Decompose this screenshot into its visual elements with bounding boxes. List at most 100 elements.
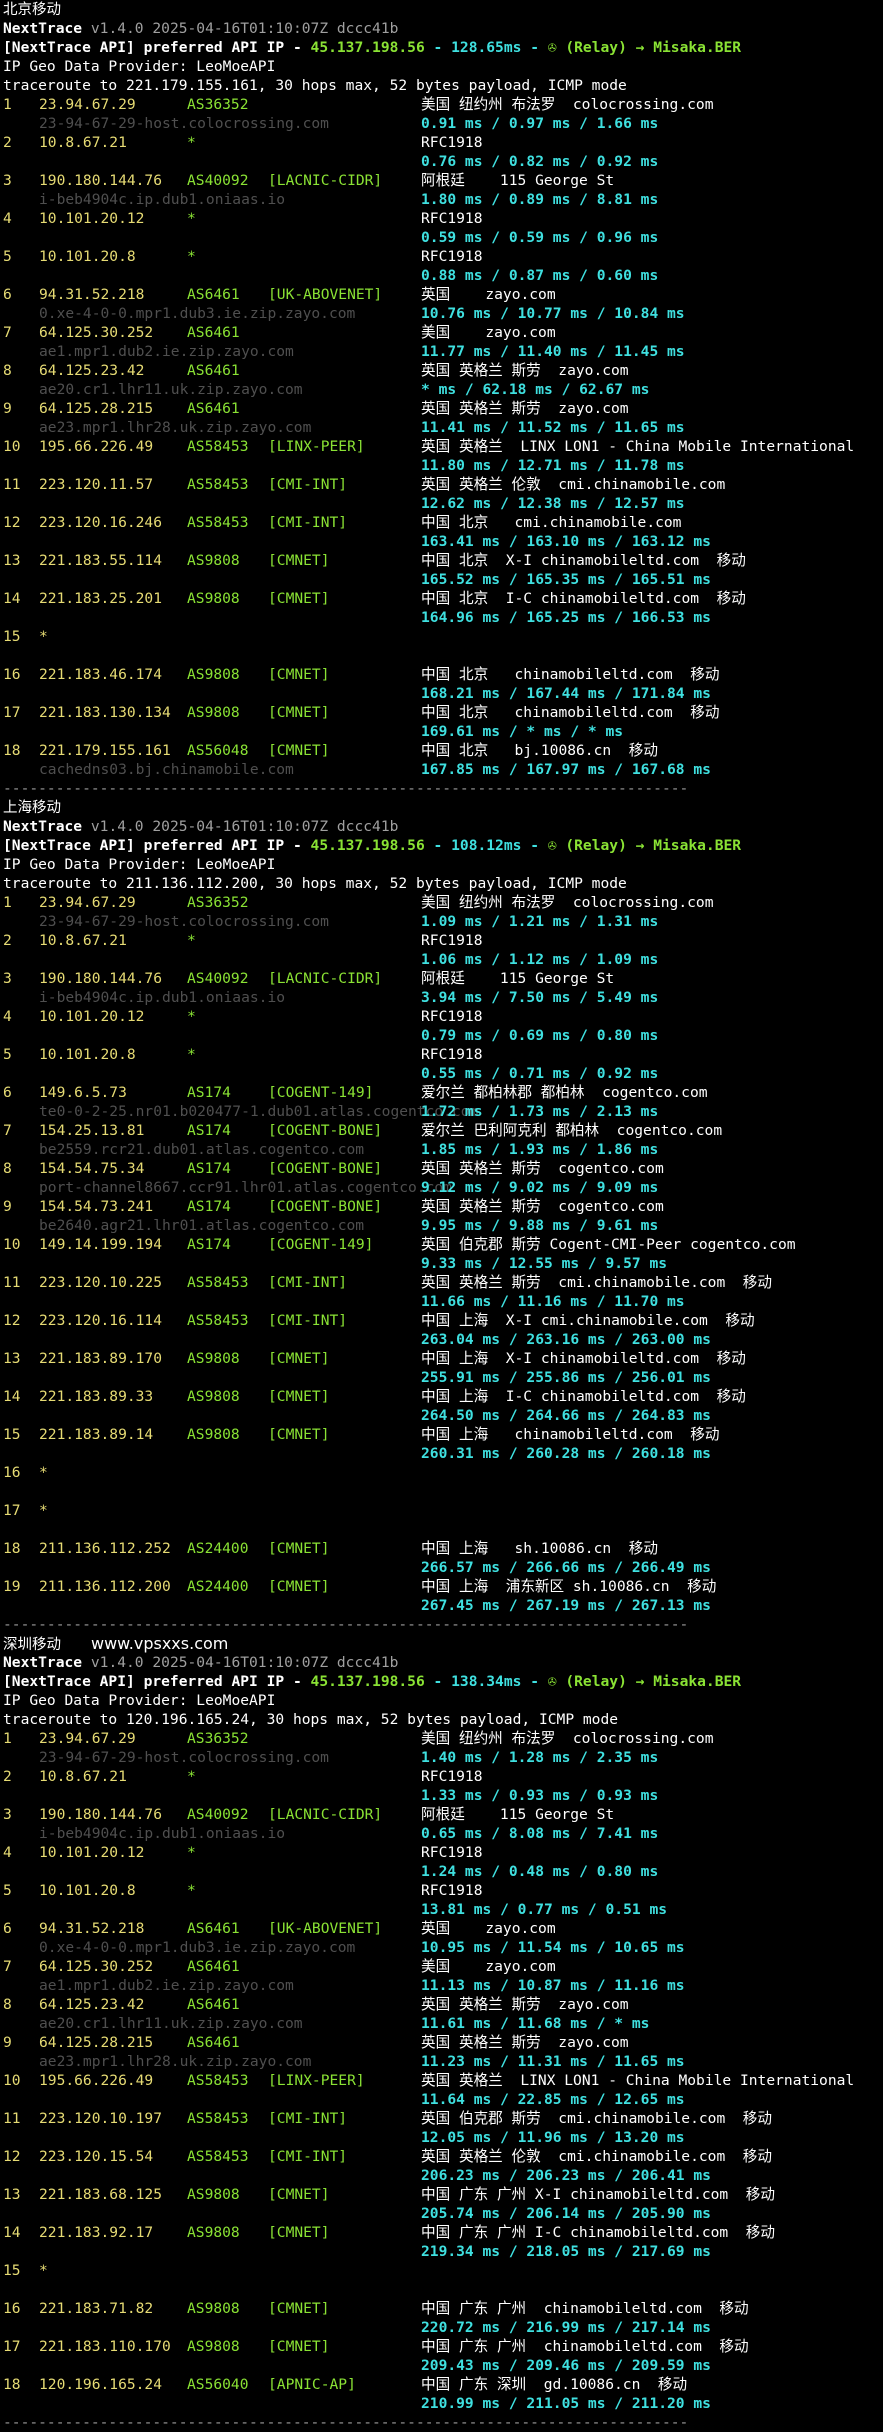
hop-rtt: 168.21 ms / 167.44 ms / 171.84 ms — [421, 685, 711, 702]
hop-detail-row: be2559.rcr21.dub01.atlas.cogentco.com 1.8… — [3, 1140, 883, 1159]
separator-line: ----------------------------------------… — [3, 779, 883, 798]
hop-detail-row: 263.04 ms / 263.16 ms / 263.00 ms — [3, 1330, 883, 1349]
hop-tag: [CMNET] — [268, 1540, 330, 1557]
hop-detail-row: 206.23 ms / 206.23 ms / 206.41 ms — [3, 2166, 883, 2185]
hop-rtt: 3.94 ms / 7.50 ms / 5.49 ms — [421, 989, 659, 1006]
hop-rtt: 11.23 ms / 11.31 ms / 11.65 ms — [421, 2053, 685, 2070]
hop-ip: 64.125.28.215 — [39, 2034, 154, 2051]
hop-row: 8 64.125.23.42 AS6461 英国 英格兰 斯劳 zayo.com — [3, 1995, 883, 2014]
hop-tag: [CMNET] — [268, 2224, 330, 2241]
hop-number: 8 — [3, 362, 12, 379]
hop-detail-row: 220.72 ms / 216.99 ms / 217.14 ms — [3, 2318, 883, 2337]
app-version: v1.4.0 2025-04-16T01:10:07Z dccc41b — [90, 1654, 399, 1671]
hop-hostname: ae20.cr1.lhr11.uk.zip.zayo.com — [39, 381, 303, 398]
hop-geo: RFC1918 — [421, 932, 483, 949]
hop-asn: AS58453 — [187, 1274, 249, 1291]
hop-number: 6 — [3, 286, 12, 303]
hop-tag: [CMI-INT] — [268, 1274, 348, 1291]
hop-number: 11 — [3, 2110, 21, 2127]
hop-number: 5 — [3, 248, 12, 265]
hop-detail-row: 1.24 ms / 0.48 ms / 0.80 ms — [3, 1862, 883, 1881]
hop-number: 10 — [3, 438, 21, 455]
traceroute-line: traceroute to 120.196.165.24, 30 hops ma… — [3, 1710, 883, 1729]
hop-geo: 中国 上海 X-I cmi.chinamobile.com 移动 — [421, 1312, 755, 1329]
hop-rtt: 0.65 ms / 8.08 ms / 7.41 ms — [421, 1825, 659, 1842]
hop-number: 8 — [3, 1160, 12, 1177]
app-name: NextTrace — [3, 20, 83, 37]
hop-detail-row: 0.xe-4-0-0.mpr1.dub3.ie.zip.zayo.com 10.9… — [3, 1938, 883, 1957]
hop-detail-row: 0.xe-4-0-0.mpr1.dub3.ie.zip.zayo.com 10.7… — [3, 304, 883, 323]
hop-ip: 149.14.199.194 — [39, 1236, 163, 1253]
hop-asn: AS174 — [187, 1160, 231, 1177]
hop-rtt: 1.24 ms / 0.48 ms / 0.80 ms — [421, 1863, 659, 1880]
hop-rtt: 1.80 ms / 0.89 ms / 8.81 ms — [421, 191, 659, 208]
hop-row: 14 221.183.92.17 AS9808 [CMNET] 中国 广东 广州 I-C… — [3, 2223, 883, 2242]
hop-asn: AS24400 — [187, 1578, 249, 1595]
hop-ip: 154.54.73.241 — [39, 1198, 154, 1215]
hop-row: 2 10.8.67.21 * RFC1918 — [3, 1767, 883, 1786]
hop-detail-row: i-beb4904c.ip.dub1.oniaas.io 3.94 ms / 7.… — [3, 988, 883, 1007]
hop-detail-row: i-beb4904c.ip.dub1.oniaas.io 0.65 ms / 8.… — [3, 1824, 883, 1843]
hop-row: 19 211.136.112.200 AS24400 [CMNET] 中国 上海 浦东新… — [3, 1577, 883, 1596]
geo-provider-line: IP Geo Data Provider: LeoMoeAPI — [3, 1691, 883, 1710]
hop-detail-row: 163.41 ms / 163.10 ms / 163.12 ms — [3, 532, 883, 551]
hop-ip: 223.120.11.57 — [39, 476, 154, 493]
hop-number: 5 — [3, 1046, 12, 1063]
hop-row: 6 94.31.52.218 AS6461 [UK-ABOVENET] 英国 zayo.… — [3, 1919, 883, 1938]
traceroute-line: traceroute to 221.179.155.161, 30 hops m… — [3, 76, 883, 95]
hop-asn: * — [187, 1844, 196, 1861]
hop-detail-row: 209.43 ms / 209.46 ms / 209.59 ms — [3, 2356, 883, 2375]
hop-geo: 中国 广东 广州 chinamobileltd.com 移动 — [421, 2338, 749, 2355]
hop-geo: RFC1918 — [421, 1768, 483, 1785]
hop-geo: 英国 英格兰 斯劳 zayo.com — [421, 2034, 629, 2051]
hop-row: 11 223.120.11.57 AS58453 [CMI-INT] 英国 英格兰 伦敦… — [3, 475, 883, 494]
hop-tag: [LINX-PEER] — [268, 2072, 365, 2089]
traceroute-command: traceroute to 221.179.155.161, 30 hops m… — [3, 77, 627, 94]
hop-row: 4 10.101.20.12 * RFC1918 — [3, 1843, 883, 1862]
hop-geo: RFC1918 — [421, 1008, 483, 1025]
hop-geo: 美国 zayo.com — [421, 324, 556, 341]
hop-tag: [UK-ABOVENET] — [268, 1920, 383, 1937]
separator: ----------------------------------------… — [3, 1616, 689, 1633]
hop-rtt: 205.74 ms / 206.14 ms / 205.90 ms — [421, 2205, 711, 2222]
hop-ip: 64.125.23.42 — [39, 1996, 145, 2013]
hop-asn: AS40092 — [187, 1806, 249, 1823]
hop-number: 3 — [3, 1806, 12, 1823]
hop-ip: 221.183.89.33 — [39, 1388, 154, 1405]
hop-rtt: 12.05 ms / 11.96 ms / 13.20 ms — [421, 2129, 685, 2146]
hop-rtt: 163.41 ms / 163.10 ms / 163.12 ms — [421, 533, 711, 550]
hop-detail-row: 164.96 ms / 165.25 ms / 166.53 ms — [3, 608, 883, 627]
hop-row: 1 23.94.67.29 AS36352 美国 纽约州 布法罗 colocrossi… — [3, 1729, 883, 1748]
hop-rtt: 10.76 ms / 10.77 ms / 10.84 ms — [421, 305, 685, 322]
hop-ip: 221.183.55.114 — [39, 552, 163, 569]
hop-tag: [COGENT-BONE] — [268, 1198, 383, 1215]
hop-ip: 154.54.75.34 — [39, 1160, 145, 1177]
hop-number: 14 — [3, 1388, 21, 1405]
hop-geo: 英国 英格兰 斯劳 cmi.chinamobile.com 移动 — [421, 1274, 772, 1291]
hop-number: 4 — [3, 1008, 12, 1025]
hop-number: 12 — [3, 1312, 21, 1329]
hop-asn: AS58453 — [187, 2072, 249, 2089]
hop-asn: AS9808 — [187, 552, 240, 569]
hop-hostname: i-beb4904c.ip.dub1.oniaas.io — [39, 1825, 286, 1842]
hop-row: 13 221.183.89.170 AS9808 [CMNET] 中国 上海 X-I c… — [3, 1349, 883, 1368]
hop-row: 11 223.120.10.197 AS58453 [CMI-INT] 英国 伯克郡 斯… — [3, 2109, 883, 2128]
hop-ip: 223.120.15.54 — [39, 2148, 154, 2165]
hop-row: 11 223.120.10.225 AS58453 [CMI-INT] 英国 英格兰 斯… — [3, 1273, 883, 1292]
hop-detail-row: i-beb4904c.ip.dub1.oniaas.io 1.80 ms / 0.… — [3, 190, 883, 209]
hop-detail-row — [3, 646, 883, 665]
hop-detail-row: ae23.mpr1.lhr28.uk.zip.zayo.com 11.23 ms … — [3, 2052, 883, 2071]
hop-ip: 64.125.23.42 — [39, 362, 145, 379]
section-title: 上海移动 — [3, 800, 61, 816]
hop-asn: AS9808 — [187, 704, 240, 721]
hop-row: 4 10.101.20.12 * RFC1918 — [3, 209, 883, 228]
hop-detail-row: port-channel8667.ccr91.lhr01.atlas.cogen… — [3, 1178, 883, 1197]
hop-asn: * — [187, 1882, 196, 1899]
hop-detail-row: 219.34 ms / 218.05 ms / 217.69 ms — [3, 2242, 883, 2261]
hop-rtt: 9.33 ms / 12.55 ms / 9.57 ms — [421, 1255, 668, 1272]
hop-rtt: 11.13 ms / 10.87 ms / 11.16 ms — [421, 1977, 685, 1994]
hop-ip: 221.183.110.170 — [39, 2338, 171, 2355]
hop-number: 12 — [3, 2148, 21, 2165]
hop-detail-row: 23-94-67-29-host.colocrossing.com 1.40 ms… — [3, 1748, 883, 1767]
hop-number: 16 — [3, 1464, 21, 1481]
